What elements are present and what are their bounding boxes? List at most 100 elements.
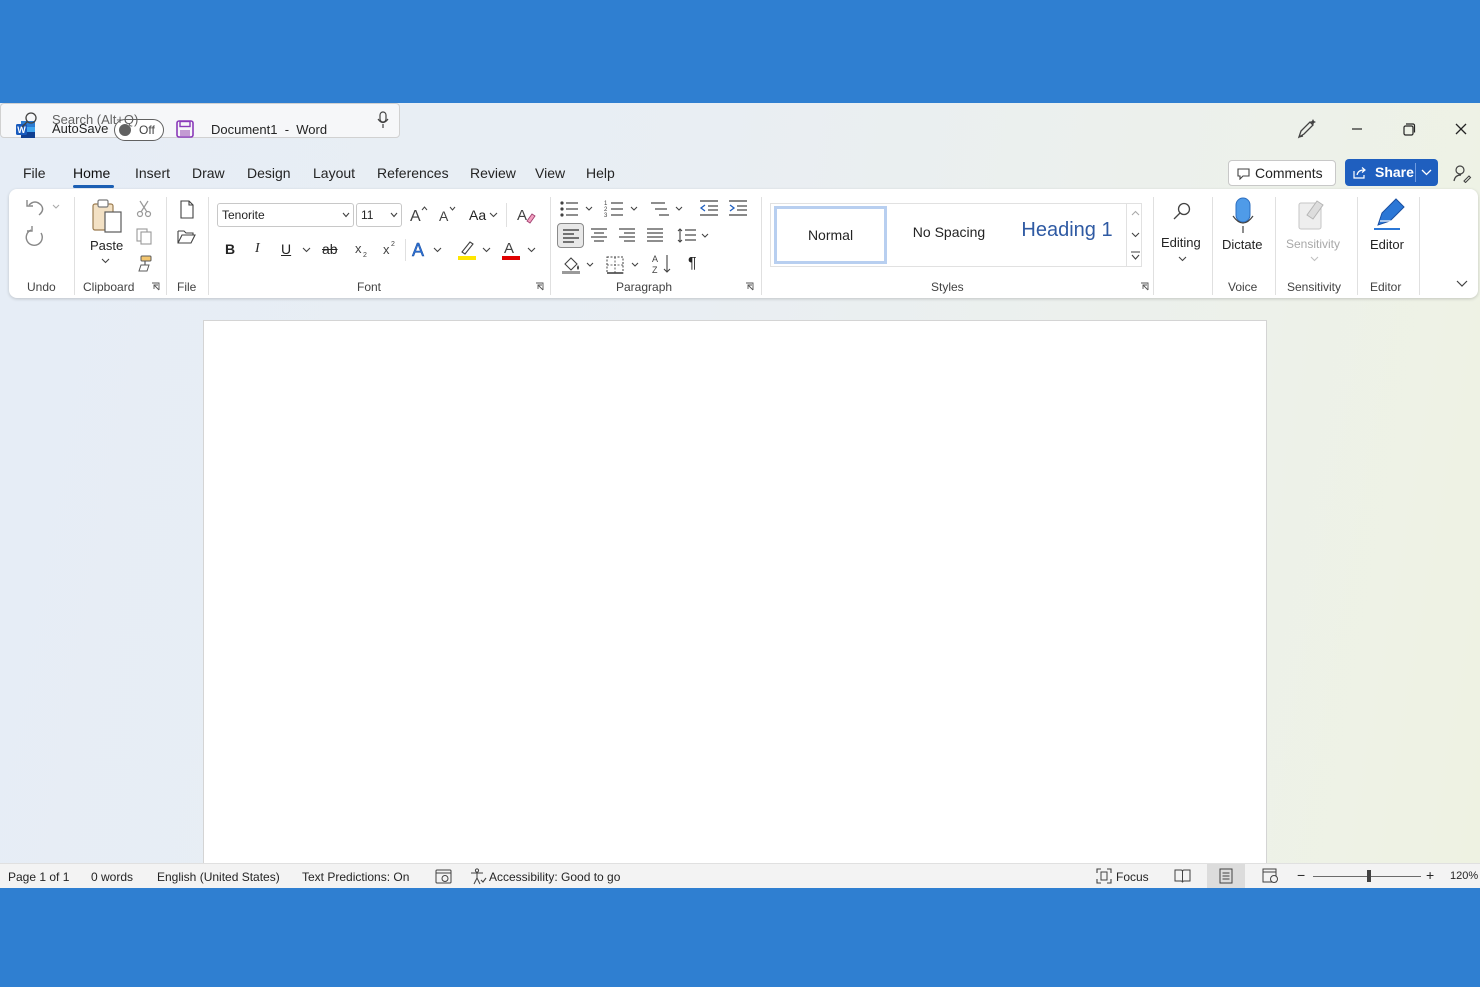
align-center-icon[interactable] [591, 228, 607, 242]
new-document-icon[interactable] [179, 200, 195, 219]
style-normal[interactable]: Normal [774, 206, 887, 264]
tab-review[interactable]: Review [470, 165, 516, 181]
line-spacing-icon[interactable] [677, 227, 713, 245]
save-icon[interactable] [176, 120, 194, 138]
zoom-in-button[interactable]: + [1426, 867, 1434, 883]
highlight-color-icon[interactable] [457, 239, 477, 261]
chevron-down-icon[interactable] [482, 247, 491, 253]
align-left-button[interactable] [557, 223, 584, 248]
decrease-indent-icon[interactable] [699, 199, 719, 217]
bullets-icon[interactable] [559, 199, 595, 219]
italic-button[interactable]: I [255, 241, 260, 257]
accessibility-status[interactable]: Accessibility: Good to go [489, 870, 620, 884]
tab-design[interactable]: Design [247, 165, 291, 181]
font-color-icon[interactable]: A [501, 238, 521, 261]
page-count[interactable]: Page 1 of 1 [8, 870, 69, 884]
macro-recording-icon[interactable] [435, 869, 452, 884]
borders-icon[interactable] [606, 255, 642, 275]
document-page[interactable] [203, 320, 1267, 865]
align-right-icon[interactable] [619, 228, 635, 242]
change-case-button[interactable]: Aa [469, 207, 486, 223]
find-icon[interactable] [1172, 201, 1192, 221]
language-status[interactable]: English (United States) [157, 870, 280, 884]
read-mode-icon[interactable] [1174, 869, 1191, 883]
dictate-label[interactable]: Dictate [1222, 237, 1262, 252]
restore-icon[interactable] [1394, 115, 1424, 143]
chevron-down-icon[interactable] [302, 247, 311, 253]
show-formatting-marks-button[interactable]: ¶ [688, 255, 697, 273]
zoom-slider-thumb[interactable] [1367, 870, 1371, 882]
accessibility-icon[interactable] [470, 868, 487, 885]
minimize-icon[interactable] [1342, 115, 1372, 143]
zoom-out-button[interactable]: − [1297, 867, 1305, 883]
tab-draw[interactable]: Draw [192, 165, 225, 181]
chevron-up-icon[interactable] [1131, 210, 1140, 216]
multilevel-list-icon[interactable] [649, 199, 685, 219]
coauthor-icon[interactable] [1452, 163, 1472, 183]
font-size-dropdown[interactable]: 11 [356, 203, 402, 227]
chevron-down-icon[interactable] [1131, 232, 1140, 238]
sensitivity-icon[interactable] [1297, 197, 1327, 231]
print-layout-button[interactable] [1207, 864, 1245, 888]
tab-view[interactable]: View [535, 165, 565, 181]
tab-layout[interactable]: Layout [313, 165, 355, 181]
style-heading-1[interactable]: Heading 1 [1008, 204, 1126, 266]
subscript-icon[interactable]: x 2 [354, 241, 370, 259]
focus-label[interactable]: Focus [1116, 870, 1149, 884]
dialog-launcher-icon[interactable] [745, 282, 755, 292]
dialog-launcher-icon[interactable] [535, 282, 545, 292]
tab-help[interactable]: Help [586, 165, 615, 181]
clear-formatting-icon[interactable]: A [516, 204, 536, 224]
shading-icon[interactable] [561, 255, 597, 275]
dictate-microphone-icon[interactable] [1231, 197, 1255, 235]
numbering-icon[interactable]: 123 [604, 199, 640, 219]
editing-label[interactable]: Editing [1161, 235, 1201, 250]
strikethrough-button[interactable]: ab [322, 241, 338, 257]
word-count[interactable]: 0 words [91, 870, 133, 884]
comments-button[interactable]: Comments [1228, 160, 1336, 186]
chevron-down-icon[interactable] [1310, 256, 1319, 262]
undo-icon[interactable] [23, 197, 61, 217]
bold-button[interactable]: B [225, 241, 235, 257]
web-layout-icon[interactable] [1262, 868, 1279, 884]
zoom-level[interactable]: 120% [1450, 870, 1478, 882]
chevron-down-icon[interactable] [1178, 256, 1187, 262]
superscript-icon[interactable]: x 2 [382, 239, 398, 257]
close-icon[interactable] [1446, 115, 1476, 143]
tab-home[interactable]: Home [73, 165, 110, 181]
microphone-icon[interactable] [376, 111, 390, 129]
grow-font-icon[interactable]: A [409, 205, 429, 223]
chevron-down-icon[interactable] [101, 258, 110, 264]
text-effects-icon[interactable]: A [411, 239, 431, 259]
justify-icon[interactable] [647, 228, 663, 242]
paste-icon[interactable] [89, 198, 125, 234]
chevron-down-icon[interactable] [489, 212, 498, 218]
tab-insert[interactable]: Insert [135, 165, 170, 181]
editor-pen-icon[interactable] [1370, 197, 1406, 233]
shrink-font-icon[interactable]: A [437, 205, 457, 223]
style-no-spacing[interactable]: No Spacing [890, 204, 1008, 266]
redo-icon[interactable] [23, 225, 47, 247]
font-name-dropdown[interactable]: Tenorite [217, 203, 354, 227]
ribbon-expand-chevron-icon[interactable] [1456, 280, 1468, 288]
focus-mode-icon[interactable] [1096, 868, 1112, 884]
open-folder-icon[interactable] [177, 229, 196, 244]
designer-pen-icon[interactable] [1291, 115, 1321, 143]
tab-file[interactable]: File [23, 165, 46, 181]
sensitivity-label[interactable]: Sensitivity [1286, 237, 1340, 251]
dialog-launcher-icon[interactable] [151, 282, 161, 292]
chevron-down-icon[interactable] [433, 247, 442, 253]
chevron-down-icon[interactable] [527, 247, 536, 253]
increase-indent-icon[interactable] [728, 199, 748, 217]
format-painter-icon[interactable] [135, 254, 153, 272]
underline-button[interactable]: U [281, 241, 291, 257]
copy-icon[interactable] [135, 227, 153, 245]
text-predictions-status[interactable]: Text Predictions: On [302, 870, 409, 884]
sort-icon[interactable]: A Z [652, 253, 674, 275]
cut-icon[interactable] [136, 200, 152, 218]
chevron-down-icon[interactable] [1421, 169, 1432, 176]
share-button[interactable]: Share [1345, 159, 1438, 186]
editor-label[interactable]: Editor [1370, 237, 1404, 252]
dialog-launcher-icon[interactable] [1140, 282, 1150, 292]
more-styles-icon[interactable] [1130, 251, 1141, 261]
